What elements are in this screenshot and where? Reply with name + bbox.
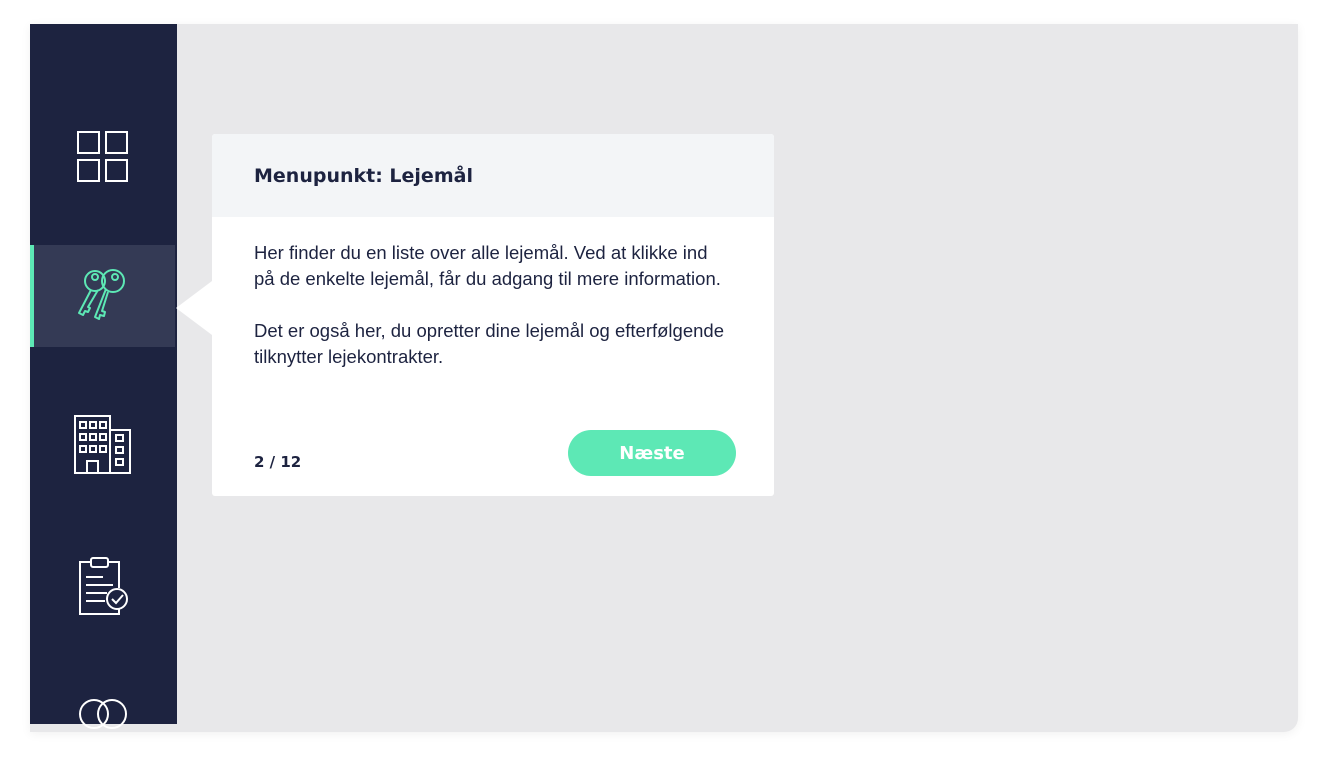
tooltip-header: Menupunkt: Lejemål	[212, 134, 774, 217]
tooltip-footer: 2 / 12 Næste	[254, 430, 736, 476]
app-window: Menupunkt: Lejemål Her finder du en list…	[30, 24, 1298, 732]
tooltip-title: Menupunkt: Lejemål	[254, 164, 473, 187]
building-icon	[73, 415, 131, 474]
tooltip-paragraph-2: Det er også her, du opretter dine lejemå…	[254, 320, 724, 367]
tooltip-paragraph-1: Her finder du en liste over alle lejemål…	[254, 242, 721, 289]
clipboard-check-icon	[78, 557, 128, 615]
circles-icon	[78, 699, 127, 729]
keys-icon	[77, 269, 125, 320]
sidebar	[30, 24, 177, 729]
next-button[interactable]: Næste	[568, 430, 736, 476]
step-counter: 2 / 12	[254, 453, 302, 471]
dashboard-grid-icon	[76, 131, 128, 182]
sidebar-item-dashboard[interactable]	[30, 106, 175, 208]
tooltip-body: Her finder du en liste over alle lejemål…	[212, 217, 774, 370]
sidebar-item-lejemaal[interactable]	[30, 245, 175, 347]
onboarding-tooltip: Menupunkt: Lejemål Her finder du en list…	[212, 134, 774, 496]
sidebar-item-properties[interactable]	[30, 394, 175, 496]
sidebar-item-more[interactable]	[30, 664, 175, 729]
tooltip-pointer	[176, 281, 212, 335]
sidebar-item-tasks[interactable]	[30, 535, 175, 637]
